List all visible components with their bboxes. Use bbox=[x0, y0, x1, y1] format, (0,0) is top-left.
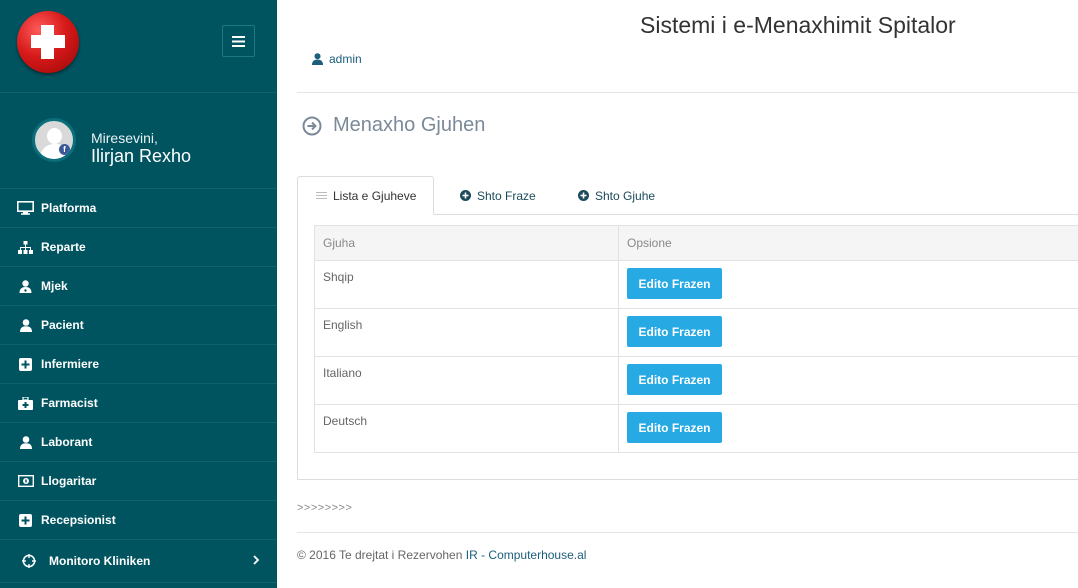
hamburger-icon bbox=[232, 35, 245, 47]
sidebar-logo-row bbox=[0, 0, 277, 93]
list-icon bbox=[316, 191, 327, 200]
chevron-right-icon bbox=[253, 554, 260, 568]
avatar[interactable]: f bbox=[32, 118, 76, 162]
sitemap-icon bbox=[17, 240, 34, 254]
sidebar-item-label: Farmacist bbox=[41, 396, 98, 410]
sidebar-item-laborant[interactable]: Laborant bbox=[0, 423, 277, 462]
tab-shto-fraze[interactable]: Shto Fraze bbox=[460, 176, 536, 215]
table-row: Deutsch Edito Frazen bbox=[314, 404, 1078, 453]
page-title: Menaxho Gjuhen bbox=[333, 114, 486, 136]
sidebar-item-label: Llogaritar bbox=[41, 474, 97, 488]
sidebar-item-label: Laborant bbox=[41, 435, 93, 449]
sidebar-menu: Platforma Reparte Mjek Pacient Infermier… bbox=[0, 189, 277, 583]
tab-panel: Gjuha Opsione Shqip Edito Frazen English… bbox=[297, 214, 1078, 480]
tab-label: Lista e Gjuheve bbox=[333, 188, 417, 203]
footer-divider bbox=[297, 532, 1078, 533]
company-link[interactable]: IR - Computerhouse.al bbox=[466, 548, 587, 562]
language-cell: Shqip bbox=[314, 260, 619, 309]
column-header-opsione: Opsione bbox=[618, 225, 1078, 261]
language-cell: English bbox=[314, 308, 619, 357]
sidebar-item-label: Monitoro Kliniken bbox=[49, 554, 151, 568]
sidebar-item-label: Reparte bbox=[41, 240, 86, 254]
table-row: Italiano Edito Frazen bbox=[314, 356, 1078, 405]
admin-user-link[interactable]: admin bbox=[312, 52, 362, 66]
sidebar-item-platforma[interactable]: Platforma bbox=[0, 189, 277, 228]
money-icon bbox=[17, 474, 34, 488]
hospital-logo[interactable] bbox=[17, 11, 79, 73]
edit-phrase-button[interactable]: Edito Frazen bbox=[627, 412, 722, 443]
sidebar-item-mjek[interactable]: Mjek bbox=[0, 267, 277, 306]
copyright-text: © 2016 Te drejtat i Rezervohen bbox=[297, 548, 463, 562]
plus-square-icon bbox=[17, 357, 34, 371]
sidebar-item-label: Platforma bbox=[41, 201, 97, 215]
main-content: Sistemi i e-Menaxhimit Spitalor admin Me… bbox=[277, 0, 1078, 588]
edit-phrase-button[interactable]: Edito Frazen bbox=[627, 268, 722, 299]
edit-phrase-button[interactable]: Edito Frazen bbox=[627, 364, 722, 395]
sidebar-item-pacient[interactable]: Pacient bbox=[0, 306, 277, 345]
crosshair-icon bbox=[20, 554, 37, 568]
monitor-icon bbox=[17, 201, 34, 215]
tab-shto-gjuhe[interactable]: Shto Gjuhe bbox=[578, 176, 655, 215]
welcome-text: Miresevini, bbox=[91, 130, 158, 146]
tab-bar: Lista e Gjuheve Shto Fraze Shto Gjuhe bbox=[297, 176, 1078, 215]
sidebar-item-reparte[interactable]: Reparte bbox=[0, 228, 277, 267]
admin-username: admin bbox=[329, 52, 362, 66]
language-cell: Deutsch bbox=[314, 404, 619, 453]
sidebar-item-label: Infermiere bbox=[41, 357, 100, 371]
sidebar-item-infermiere[interactable]: Infermiere bbox=[0, 345, 277, 384]
sidebar-item-label: Recepsionist bbox=[41, 513, 116, 527]
footer-arrows: >>>>>>>> bbox=[297, 502, 353, 514]
plus-circle-icon bbox=[460, 190, 471, 201]
user-icon bbox=[312, 53, 323, 65]
sidebar: f Miresevini, Ilirjan Rexho Platforma Re… bbox=[0, 0, 277, 588]
user-icon bbox=[17, 435, 34, 449]
username: Ilirjan Rexho bbox=[91, 146, 192, 166]
table-header-row: Gjuha Opsione bbox=[314, 225, 1078, 261]
table-row: English Edito Frazen bbox=[314, 308, 1078, 357]
sidebar-item-label: Pacient bbox=[41, 318, 84, 332]
sidebar-item-recepsionist[interactable]: Recepsionist bbox=[0, 501, 277, 540]
tab-label: Shto Fraze bbox=[477, 188, 536, 203]
user-profile: f Miresevini, Ilirjan Rexho bbox=[0, 93, 277, 189]
plus-square-icon bbox=[17, 513, 34, 527]
tab-lista-e-gjuheve[interactable]: Lista e Gjuheve bbox=[297, 176, 434, 215]
page-heading: Menaxho Gjuhen bbox=[302, 114, 485, 137]
medkit-icon bbox=[17, 396, 34, 410]
system-title: Sistemi i e-Menaxhimit Spitalor bbox=[640, 12, 956, 38]
sidebar-item-llogaritar[interactable]: Llogaritar bbox=[0, 462, 277, 501]
footer: © 2016 Te drejtat i Rezervohen IR - Comp… bbox=[297, 548, 586, 562]
sidebar-item-farmacist[interactable]: Farmacist bbox=[0, 384, 277, 423]
table-row: Shqip Edito Frazen bbox=[314, 260, 1078, 309]
facebook-icon: f bbox=[59, 144, 70, 155]
language-cell: Italiano bbox=[314, 356, 619, 405]
sidebar-item-label: Mjek bbox=[41, 279, 68, 293]
user-icon bbox=[17, 318, 34, 332]
languages-table: Gjuha Opsione Shqip Edito Frazen English… bbox=[314, 225, 1078, 453]
header-divider bbox=[297, 92, 1078, 93]
arrow-circle-right-icon bbox=[302, 116, 322, 135]
menu-toggle-button[interactable] bbox=[222, 25, 255, 57]
column-header-gjuha: Gjuha bbox=[314, 225, 619, 261]
user-md-icon bbox=[17, 279, 34, 293]
plus-circle-icon bbox=[578, 190, 589, 201]
edit-phrase-button[interactable]: Edito Frazen bbox=[627, 316, 722, 347]
tab-label: Shto Gjuhe bbox=[595, 188, 656, 203]
sidebar-item-monitoro-kliniken[interactable]: Monitoro Kliniken bbox=[0, 540, 277, 583]
